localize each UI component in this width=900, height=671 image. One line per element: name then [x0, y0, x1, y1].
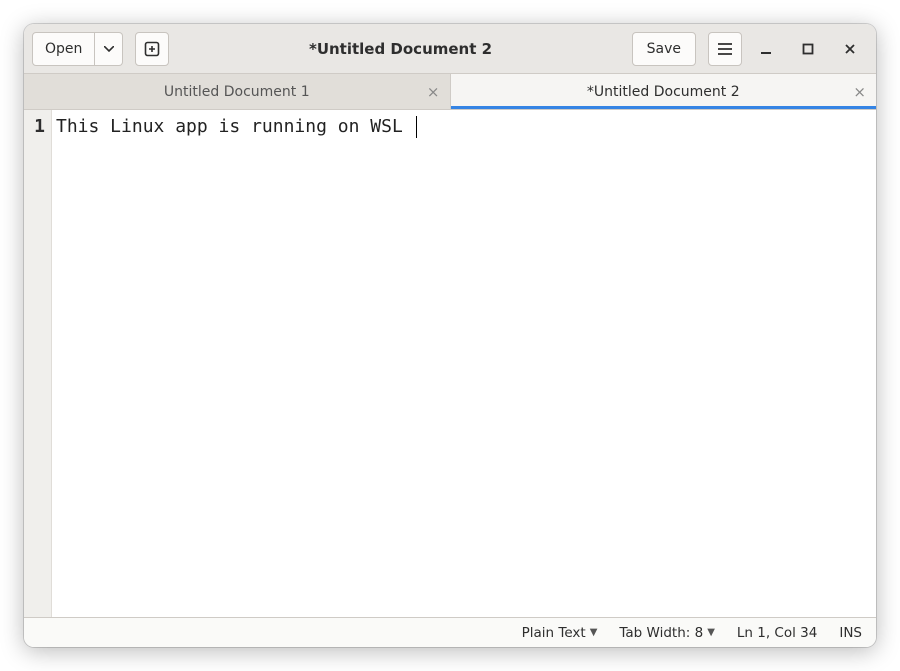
hamburger-menu-button[interactable] [708, 32, 742, 66]
open-button[interactable]: Open [32, 32, 95, 66]
hamburger-icon [717, 42, 733, 56]
text-cursor [416, 116, 417, 138]
close-icon: × [853, 83, 866, 101]
open-button-group: Open [32, 32, 123, 66]
plus-tab-icon [144, 41, 160, 57]
tab-untitled-1[interactable]: Untitled Document 1 × [24, 74, 451, 109]
close-button[interactable] [832, 32, 868, 66]
cursor-position: Ln 1, Col 34 [737, 625, 817, 641]
close-icon: × [427, 83, 440, 101]
headerbar: Open *Untitled Document 2 Save [24, 24, 876, 74]
tab-bar: Untitled Document 1 × *Untitled Document… [24, 74, 876, 110]
syntax-label: Plain Text [522, 625, 586, 641]
new-tab-button[interactable] [135, 32, 169, 66]
tab-untitled-2[interactable]: *Untitled Document 2 × [451, 74, 877, 109]
editor-content: This Linux app is running on WSL [56, 116, 414, 137]
tab-close-button[interactable]: × [427, 83, 440, 101]
dropdown-icon: ▼ [707, 627, 715, 638]
minimize-icon [760, 43, 772, 55]
syntax-selector[interactable]: Plain Text ▼ [522, 625, 598, 641]
status-bar: Plain Text ▼ Tab Width: 8 ▼ Ln 1, Col 34… [24, 617, 876, 647]
editor-window: Open *Untitled Document 2 Save [24, 24, 876, 647]
window-title: *Untitled Document 2 [309, 40, 492, 58]
editor-area: 1 This Linux app is running on WSL [24, 110, 876, 617]
tab-width-selector[interactable]: Tab Width: 8 ▼ [619, 625, 715, 641]
insert-mode-indicator[interactable]: INS [839, 625, 862, 641]
tab-width-label: Tab Width: 8 [619, 625, 703, 641]
maximize-icon [802, 43, 814, 55]
tab-close-button[interactable]: × [853, 83, 866, 101]
open-recent-dropdown[interactable] [95, 32, 123, 66]
minimize-button[interactable] [748, 32, 784, 66]
save-button[interactable]: Save [632, 32, 696, 66]
maximize-button[interactable] [790, 32, 826, 66]
line-number: 1 [24, 116, 45, 137]
close-icon [844, 43, 856, 55]
chevron-down-icon [104, 46, 114, 52]
dropdown-icon: ▼ [590, 627, 598, 638]
text-editor[interactable]: This Linux app is running on WSL [52, 110, 876, 617]
line-number-gutter: 1 [24, 110, 52, 617]
tab-label: *Untitled Document 2 [587, 84, 740, 100]
tab-label: Untitled Document 1 [164, 84, 310, 100]
